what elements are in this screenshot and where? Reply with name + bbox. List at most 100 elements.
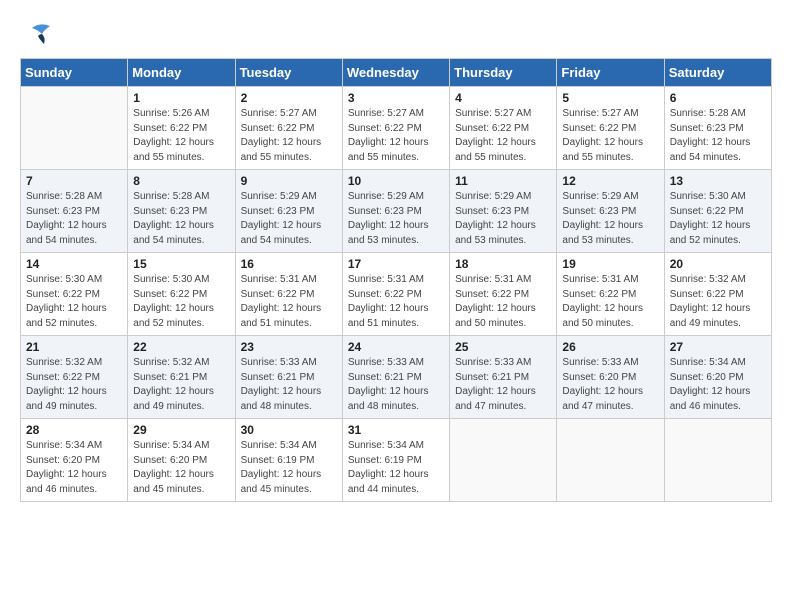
day-info: Sunrise: 5:34 AM Sunset: 6:19 PM Dayligh… <box>348 439 444 497</box>
day-info: Sunrise: 5:31 AM Sunset: 6:22 PM Dayligh… <box>348 273 444 331</box>
day-info: Sunrise: 5:28 AM Sunset: 6:23 PM Dayligh… <box>133 190 229 248</box>
calendar-week-row: 21 Sunrise: 5:32 AM Sunset: 6:22 PM Dayli… <box>21 336 772 419</box>
day-number: 16 <box>241 257 337 271</box>
calendar-cell: 17 Sunrise: 5:31 AM Sunset: 6:22 PM Dayli… <box>342 253 449 336</box>
calendar-cell: 15 Sunrise: 5:30 AM Sunset: 6:22 PM Dayli… <box>128 253 235 336</box>
calendar-cell: 25Sunrise: 5:33 AM Sunset: 6:21 PM Dayli… <box>450 336 557 419</box>
calendar-cell <box>557 419 664 502</box>
calendar-week-row: 1 Sunrise: 5:26 AM Sunset: 6:22 PM Daylig… <box>21 87 772 170</box>
day-info: Sunrise: 5:28 AM Sunset: 6:23 PM Dayligh… <box>670 107 766 165</box>
day-info: Sunrise: 5:29 AM Sunset: 6:23 PM Dayligh… <box>241 190 337 248</box>
day-number: 10 <box>348 174 444 188</box>
calendar-week-row: 7 Sunrise: 5:28 AM Sunset: 6:23 PM Daylig… <box>21 170 772 253</box>
day-info: Sunrise: 5:31 AM Sunset: 6:22 PM Dayligh… <box>455 273 551 331</box>
calendar-cell: 1 Sunrise: 5:26 AM Sunset: 6:22 PM Daylig… <box>128 87 235 170</box>
day-number: 30 <box>241 423 337 437</box>
day-number: 4 <box>455 91 551 105</box>
calendar-cell: 22Sunrise: 5:32 AM Sunset: 6:21 PM Dayli… <box>128 336 235 419</box>
day-info: Sunrise: 5:28 AM Sunset: 6:23 PM Dayligh… <box>26 190 122 248</box>
day-number: 24 <box>348 340 444 354</box>
day-number: 1 <box>133 91 229 105</box>
calendar-cell: 8 Sunrise: 5:28 AM Sunset: 6:23 PM Daylig… <box>128 170 235 253</box>
day-number: 9 <box>241 174 337 188</box>
weekday-header-thursday: Thursday <box>450 59 557 87</box>
calendar-cell: 5 Sunrise: 5:27 AM Sunset: 6:22 PM Daylig… <box>557 87 664 170</box>
weekday-header-saturday: Saturday <box>664 59 771 87</box>
day-number: 29 <box>133 423 229 437</box>
day-number: 2 <box>241 91 337 105</box>
calendar-header-row: SundayMondayTuesdayWednesdayThursdayFrid… <box>21 59 772 87</box>
day-number: 21 <box>26 340 122 354</box>
calendar-cell: 13 Sunrise: 5:30 AM Sunset: 6:22 PM Dayli… <box>664 170 771 253</box>
weekday-header-monday: Monday <box>128 59 235 87</box>
day-number: 31 <box>348 423 444 437</box>
calendar-cell <box>21 87 128 170</box>
day-number: 13 <box>670 174 766 188</box>
calendar-cell: 3 Sunrise: 5:27 AM Sunset: 6:22 PM Daylig… <box>342 87 449 170</box>
calendar-cell: 14 Sunrise: 5:30 AM Sunset: 6:22 PM Dayli… <box>21 253 128 336</box>
calendar-cell: 9 Sunrise: 5:29 AM Sunset: 6:23 PM Daylig… <box>235 170 342 253</box>
day-info: Sunrise: 5:29 AM Sunset: 6:23 PM Dayligh… <box>455 190 551 248</box>
calendar-week-row: 14 Sunrise: 5:30 AM Sunset: 6:22 PM Dayli… <box>21 253 772 336</box>
calendar-cell: 29 Sunrise: 5:34 AM Sunset: 6:20 PM Dayli… <box>128 419 235 502</box>
logo-text <box>20 20 54 52</box>
day-number: 26 <box>562 340 658 354</box>
logo-bird-icon <box>22 20 54 52</box>
day-info: Sunrise: 5:30 AM Sunset: 6:22 PM Dayligh… <box>26 273 122 331</box>
calendar-cell: 27 Sunrise: 5:34 AM Sunset: 6:20 PM Dayli… <box>664 336 771 419</box>
day-number: 23 <box>241 340 337 354</box>
day-info: Sunrise: 5:34 AM Sunset: 6:19 PM Dayligh… <box>241 439 337 497</box>
weekday-header-friday: Friday <box>557 59 664 87</box>
day-info: Sunrise: 5:34 AM Sunset: 6:20 PM Dayligh… <box>670 356 766 414</box>
day-number: 3 <box>348 91 444 105</box>
day-number: 8 <box>133 174 229 188</box>
day-info: Sunrise: 5:33 AM Sunset: 6:21 PM Dayligh… <box>241 356 337 414</box>
calendar-cell: 21 Sunrise: 5:32 AM Sunset: 6:22 PM Dayli… <box>21 336 128 419</box>
day-info: Sunrise: 5:33 AM Sunset: 6:20 PM Dayligh… <box>562 356 658 414</box>
calendar-cell: 26 Sunrise: 5:33 AM Sunset: 6:20 PM Dayli… <box>557 336 664 419</box>
calendar-cell: 7 Sunrise: 5:28 AM Sunset: 6:23 PM Daylig… <box>21 170 128 253</box>
calendar-cell: 2 Sunrise: 5:27 AM Sunset: 6:22 PM Daylig… <box>235 87 342 170</box>
calendar-cell: 30 Sunrise: 5:34 AM Sunset: 6:19 PM Dayli… <box>235 419 342 502</box>
day-number: 18 <box>455 257 551 271</box>
calendar-cell: 20Sunrise: 5:32 AM Sunset: 6:22 PM Dayli… <box>664 253 771 336</box>
logo <box>20 20 54 52</box>
day-info: Sunrise: 5:32 AM Sunset: 6:21 PM Dayligh… <box>133 356 229 414</box>
day-number: 15 <box>133 257 229 271</box>
day-number: 5 <box>562 91 658 105</box>
calendar-cell: 23 Sunrise: 5:33 AM Sunset: 6:21 PM Dayli… <box>235 336 342 419</box>
day-number: 11 <box>455 174 551 188</box>
calendar-cell: 19Sunrise: 5:31 AM Sunset: 6:22 PM Dayli… <box>557 253 664 336</box>
day-info: Sunrise: 5:32 AM Sunset: 6:22 PM Dayligh… <box>26 356 122 414</box>
day-number: 17 <box>348 257 444 271</box>
calendar-cell: 10 Sunrise: 5:29 AM Sunset: 6:23 PM Dayli… <box>342 170 449 253</box>
calendar-cell <box>450 419 557 502</box>
day-info: Sunrise: 5:34 AM Sunset: 6:20 PM Dayligh… <box>26 439 122 497</box>
day-number: 28 <box>26 423 122 437</box>
day-info: Sunrise: 5:34 AM Sunset: 6:20 PM Dayligh… <box>133 439 229 497</box>
weekday-header-sunday: Sunday <box>21 59 128 87</box>
calendar-cell: 16 Sunrise: 5:31 AM Sunset: 6:22 PM Dayli… <box>235 253 342 336</box>
day-info: Sunrise: 5:26 AM Sunset: 6:22 PM Dayligh… <box>133 107 229 165</box>
day-number: 19 <box>562 257 658 271</box>
day-number: 14 <box>26 257 122 271</box>
day-info: Sunrise: 5:31 AM Sunset: 6:22 PM Dayligh… <box>241 273 337 331</box>
weekday-header-wednesday: Wednesday <box>342 59 449 87</box>
day-info: Sunrise: 5:29 AM Sunset: 6:23 PM Dayligh… <box>348 190 444 248</box>
day-info: Sunrise: 5:33 AM Sunset: 6:21 PM Dayligh… <box>348 356 444 414</box>
day-info: Sunrise: 5:27 AM Sunset: 6:22 PM Dayligh… <box>348 107 444 165</box>
calendar-table: SundayMondayTuesdayWednesdayThursdayFrid… <box>20 58 772 502</box>
calendar-cell <box>664 419 771 502</box>
day-number: 7 <box>26 174 122 188</box>
calendar-cell: 28 Sunrise: 5:34 AM Sunset: 6:20 PM Dayli… <box>21 419 128 502</box>
day-info: Sunrise: 5:27 AM Sunset: 6:22 PM Dayligh… <box>241 107 337 165</box>
day-info: Sunrise: 5:30 AM Sunset: 6:22 PM Dayligh… <box>670 190 766 248</box>
day-number: 27 <box>670 340 766 354</box>
day-info: Sunrise: 5:27 AM Sunset: 6:22 PM Dayligh… <box>562 107 658 165</box>
day-info: Sunrise: 5:29 AM Sunset: 6:23 PM Dayligh… <box>562 190 658 248</box>
calendar-cell: 24 Sunrise: 5:33 AM Sunset: 6:21 PM Dayli… <box>342 336 449 419</box>
calendar-cell: 11 Sunrise: 5:29 AM Sunset: 6:23 PM Dayli… <box>450 170 557 253</box>
day-info: Sunrise: 5:30 AM Sunset: 6:22 PM Dayligh… <box>133 273 229 331</box>
calendar-week-row: 28 Sunrise: 5:34 AM Sunset: 6:20 PM Dayli… <box>21 419 772 502</box>
calendar-cell: 6Sunrise: 5:28 AM Sunset: 6:23 PM Daylig… <box>664 87 771 170</box>
